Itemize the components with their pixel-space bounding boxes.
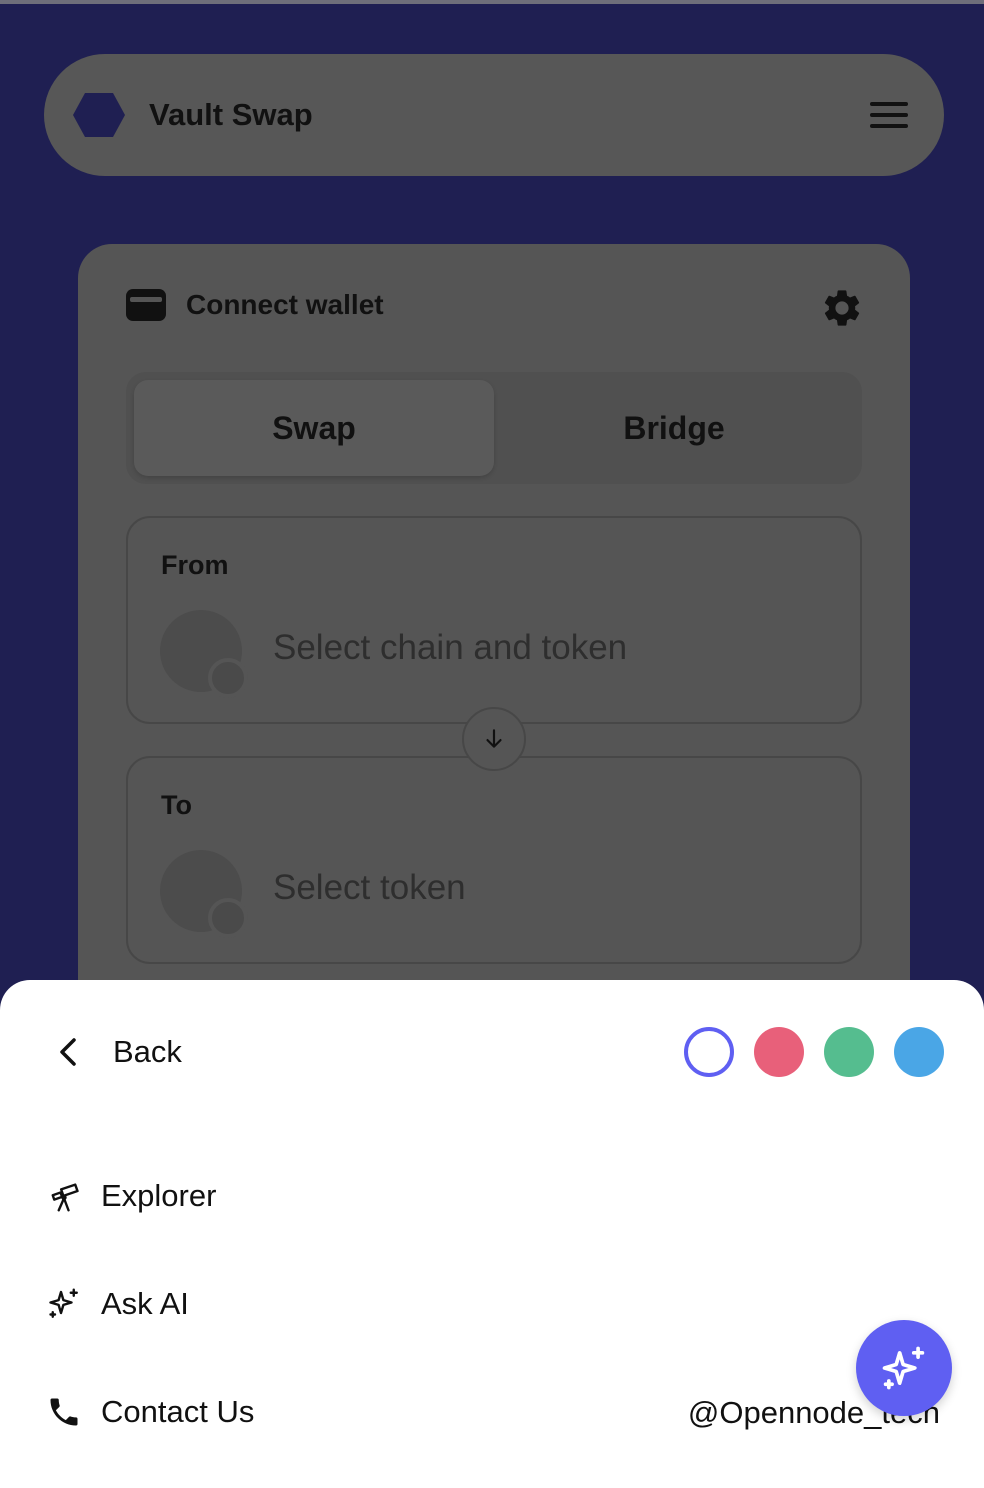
from-token-avatar[interactable] [160, 610, 248, 698]
connect-wallet-label: Connect wallet [186, 289, 384, 320]
hexagon-logo-icon [72, 92, 126, 138]
to-label: To [161, 790, 192, 820]
phone-icon [50, 1398, 78, 1426]
back-button[interactable]: Back [52, 1032, 182, 1072]
from-panel: From Select chain and token [126, 516, 862, 724]
window-top-edge [0, 0, 984, 4]
theme-swatch-blue[interactable] [894, 1027, 944, 1077]
theme-color-picker [684, 1027, 944, 1077]
tab-bridge[interactable]: Bridge [494, 380, 854, 476]
theme-swatch-pink[interactable] [754, 1027, 804, 1077]
app-header: Vault Swap [44, 54, 944, 176]
arrow-down-icon [486, 729, 502, 748]
connect-wallet-button[interactable]: Connect wallet [125, 288, 384, 322]
sparkles-icon [882, 1346, 925, 1390]
wallet-icon [126, 289, 166, 321]
to-token-selector[interactable]: Select token [273, 868, 466, 908]
contact-us-label: Contact Us [101, 1394, 255, 1429]
brand-name: Vault Swap [149, 97, 313, 132]
chain-badge [208, 898, 248, 938]
chevron-left-icon [60, 1038, 76, 1066]
ask-ai-fab[interactable] [856, 1320, 952, 1416]
menu-item-ask-ai[interactable]: Ask AI [46, 1286, 189, 1322]
menu-item-explorer[interactable]: Explorer [46, 1178, 216, 1214]
sparkles-icon [49, 1288, 78, 1318]
explorer-label: Explorer [101, 1178, 217, 1213]
back-label: Back [113, 1034, 182, 1069]
hamburger-menu-icon[interactable] [870, 99, 908, 131]
settings-gear-icon[interactable] [820, 286, 864, 330]
chain-badge [208, 658, 248, 698]
menu-bottom-sheet: Back Explorer Ask AI Contact Us @Opennod… [0, 980, 984, 1488]
from-token-selector[interactable]: Select chain and token [273, 628, 627, 668]
to-panel: To Select token [126, 756, 862, 964]
tab-swap[interactable]: Swap [134, 380, 494, 476]
swap-card: Connect wallet Swap Bridge From Select c… [78, 244, 910, 1064]
telescope-icon [51, 1183, 79, 1212]
ask-ai-label: Ask AI [101, 1286, 189, 1321]
swap-direction-button[interactable] [462, 707, 526, 771]
mode-tabs: Swap Bridge [126, 372, 862, 484]
to-token-avatar[interactable] [160, 850, 248, 938]
menu-item-contact-us[interactable]: Contact Us [46, 1394, 254, 1430]
from-label: From [161, 550, 229, 580]
theme-swatch-indigo[interactable] [684, 1027, 734, 1077]
theme-swatch-green[interactable] [824, 1027, 874, 1077]
